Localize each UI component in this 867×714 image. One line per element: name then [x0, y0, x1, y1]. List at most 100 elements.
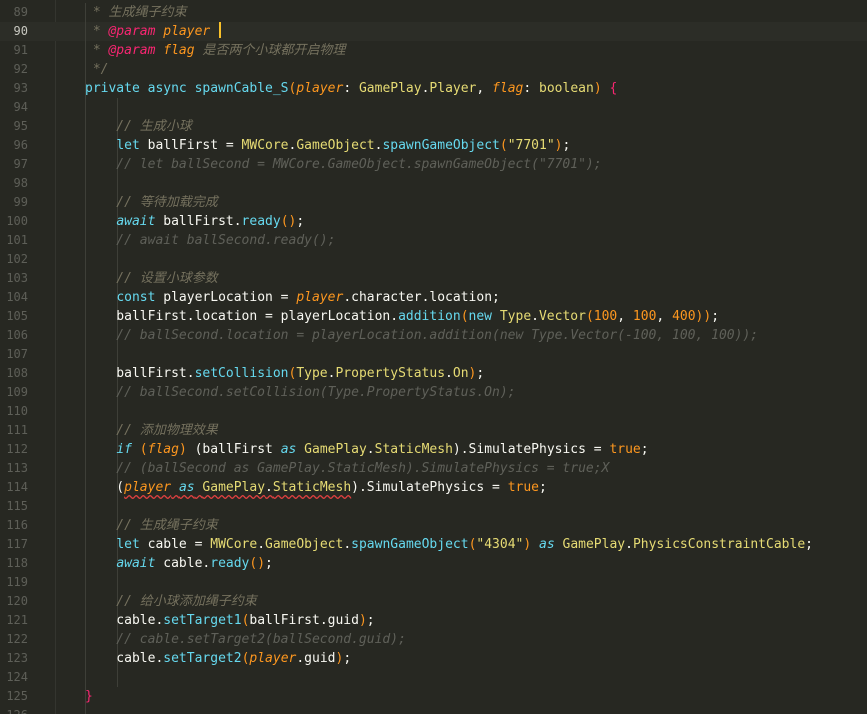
- line-code[interactable]: // 设置小球参数: [85, 269, 218, 288]
- code-line[interactable]: 106 // ballSecond.location = playerLocat…: [0, 326, 867, 345]
- code-token: ;: [805, 537, 813, 552]
- line-code[interactable]: await ballFirst.ready();: [85, 212, 304, 231]
- code-line[interactable]: 97 // let ballSecond = MWCore.GameObject…: [0, 155, 867, 174]
- code-line[interactable]: 111 // 添加物理效果: [0, 421, 867, 440]
- code-line[interactable]: 118 await cable.ready();: [0, 554, 867, 573]
- code-line[interactable]: 102: [0, 250, 867, 269]
- line-number: 97: [13, 157, 28, 171]
- code-line[interactable]: 117 let cable = MWCore.GameObject.spawnG…: [0, 535, 867, 554]
- code-token: (): [280, 214, 297, 229]
- code-token: ): [593, 81, 602, 96]
- line-code[interactable]: ballFirst.location = playerLocation.addi…: [85, 307, 719, 326]
- code-line[interactable]: 94: [0, 98, 867, 117]
- code-token: (: [85, 480, 125, 495]
- line-code[interactable]: cable.setTarget2(player.guid);: [85, 649, 351, 668]
- code-line[interactable]: 125}: [0, 687, 867, 706]
- line-code[interactable]: // 生成小球: [85, 117, 192, 136]
- line-code[interactable]: (player as GamePlay.StaticMesh).Simulate…: [85, 478, 547, 497]
- code-line[interactable]: 98: [0, 174, 867, 193]
- code-line[interactable]: 93 private async spawnCable_S(player: Gam…: [0, 79, 867, 98]
- line-code[interactable]: * @param player: [85, 22, 222, 41]
- indent-guide: [85, 573, 86, 592]
- code-token: .: [531, 309, 539, 324]
- code-line[interactable]: 107: [0, 345, 867, 364]
- code-line[interactable]: 91 * @param flag 是否两个小球都开启物理: [0, 41, 867, 60]
- code-line[interactable]: 104 const playerLocation = player.charac…: [0, 288, 867, 307]
- code-line[interactable]: 126: [0, 706, 867, 714]
- line-code[interactable]: // (ballSecond as GamePlay.StaticMesh).S…: [85, 459, 609, 478]
- code-line[interactable]: 110: [0, 402, 867, 421]
- code-line[interactable]: 124: [0, 668, 867, 687]
- code-token: ;: [711, 309, 720, 324]
- code-line[interactable]: 101 // await ballSecond.ready();: [0, 231, 867, 250]
- line-code[interactable]: cable.setTarget1(ballFirst.guid);: [85, 611, 374, 630]
- line-code[interactable]: // 添加物理效果: [85, 421, 218, 440]
- code-line[interactable]: 103 // 设置小球参数: [0, 269, 867, 288]
- code-line[interactable]: 113 // (ballSecond as GamePlay.StaticMes…: [0, 459, 867, 478]
- code-token: "4304": [476, 537, 524, 552]
- code-token: ,: [617, 309, 633, 324]
- line-code[interactable]: let cable = MWCore.GameObject.spawnGameO…: [85, 535, 813, 554]
- code-line[interactable]: 121 cable.setTarget1(ballFirst.guid);: [0, 611, 867, 630]
- line-number: 96: [13, 138, 28, 152]
- code-lines[interactable]: 89 * 生成绳子约束 90 * @param player 91 * @para…: [0, 3, 867, 714]
- code-token: Player: [429, 81, 477, 96]
- code-token: 是否两个小球都开启物理: [194, 43, 346, 58]
- line-code[interactable]: await cable.ready();: [85, 554, 273, 573]
- line-code[interactable]: }: [85, 687, 93, 706]
- code-token: // await ballSecond.ready();: [85, 233, 336, 248]
- line-code[interactable]: * @param flag 是否两个小球都开启物理: [85, 41, 346, 60]
- line-code[interactable]: const playerLocation = player.character.…: [85, 288, 500, 307]
- code-line[interactable]: 114 (player as GamePlay.StaticMesh).Simu…: [0, 478, 867, 497]
- code-token: async: [147, 81, 187, 96]
- code-line[interactable]: 122 // cable.setTarget2(ballSecond.guid)…: [0, 630, 867, 649]
- code-line[interactable]: 120 // 给小球添加绳子约束: [0, 592, 867, 611]
- code-token: new: [468, 309, 493, 324]
- line-code[interactable]: // cable.setTarget2(ballSecond.guid);: [85, 630, 406, 649]
- line-code[interactable]: // 等待加载完成: [85, 193, 218, 212]
- code-line[interactable]: 115: [0, 497, 867, 516]
- line-number: 89: [13, 5, 28, 19]
- code-token: StaticMesh: [374, 442, 453, 457]
- code-line[interactable]: 105 ballFirst.location = playerLocation.…: [0, 307, 867, 326]
- code-line[interactable]: 109 // ballSecond.setCollision(Type.Prop…: [0, 383, 867, 402]
- code-line[interactable]: 92 */: [0, 60, 867, 79]
- code-line[interactable]: 99 // 等待加载完成: [0, 193, 867, 212]
- line-code[interactable]: if (flag) (ballFirst as GamePlay.StaticM…: [85, 440, 648, 459]
- line-code[interactable]: // ballSecond.setCollision(Type.Property…: [85, 383, 515, 402]
- code-line[interactable]: 100 await ballFirst.ready();: [0, 212, 867, 231]
- line-code[interactable]: ballFirst.setCollision(Type.PropertyStat…: [85, 364, 484, 383]
- code-token: :: [343, 81, 359, 96]
- line-number: 103: [6, 271, 28, 285]
- code-token: }: [85, 689, 93, 704]
- code-editor[interactable]: 89 * 生成绳子约束 90 * @param player 91 * @para…: [0, 0, 867, 714]
- line-code[interactable]: let ballFirst = MWCore.GameObject.spawnG…: [85, 136, 570, 155]
- line-code[interactable]: // 给小球添加绳子约束: [85, 592, 257, 611]
- code-line[interactable]: 90 * @param player: [0, 22, 867, 41]
- line-code[interactable]: */: [85, 60, 109, 79]
- code-token: (: [139, 442, 148, 457]
- line-code[interactable]: private async spawnCable_S(player: GameP…: [85, 79, 617, 98]
- code-line[interactable]: 96 let ballFirst = MWCore.GameObject.spa…: [0, 136, 867, 155]
- indent-guide: [117, 98, 118, 117]
- code-line[interactable]: 119: [0, 573, 867, 592]
- code-line[interactable]: 116 // 生成绳子约束: [0, 516, 867, 535]
- indent-guide: [117, 174, 118, 193]
- code-line[interactable]: 108 ballFirst.setCollision(Type.Property…: [0, 364, 867, 383]
- line-code[interactable]: // let ballSecond = MWCore.GameObject.sp…: [85, 155, 601, 174]
- code-line[interactable]: 123 cable.setTarget2(player.guid);: [0, 649, 867, 668]
- line-code[interactable]: * 生成绳子约束: [85, 3, 187, 22]
- line-code[interactable]: // await ballSecond.ready();: [85, 231, 335, 250]
- code-token: flag: [492, 81, 524, 96]
- code-line[interactable]: 89 * 生成绳子约束: [0, 3, 867, 22]
- code-token: ;: [343, 651, 352, 666]
- indent-guide: [85, 402, 86, 421]
- code-token: ): [178, 442, 187, 457]
- line-code[interactable]: // ballSecond.location = playerLocation.…: [85, 326, 758, 345]
- code-line[interactable]: 112 if (flag) (ballFirst as GamePlay.Sta…: [0, 440, 867, 459]
- code-token: const: [116, 290, 156, 305]
- line-code[interactable]: // 生成绳子约束: [85, 516, 218, 535]
- code-line[interactable]: 95 // 生成小球: [0, 117, 867, 136]
- code-token: // ballSecond.location = playerLocation.…: [85, 328, 759, 343]
